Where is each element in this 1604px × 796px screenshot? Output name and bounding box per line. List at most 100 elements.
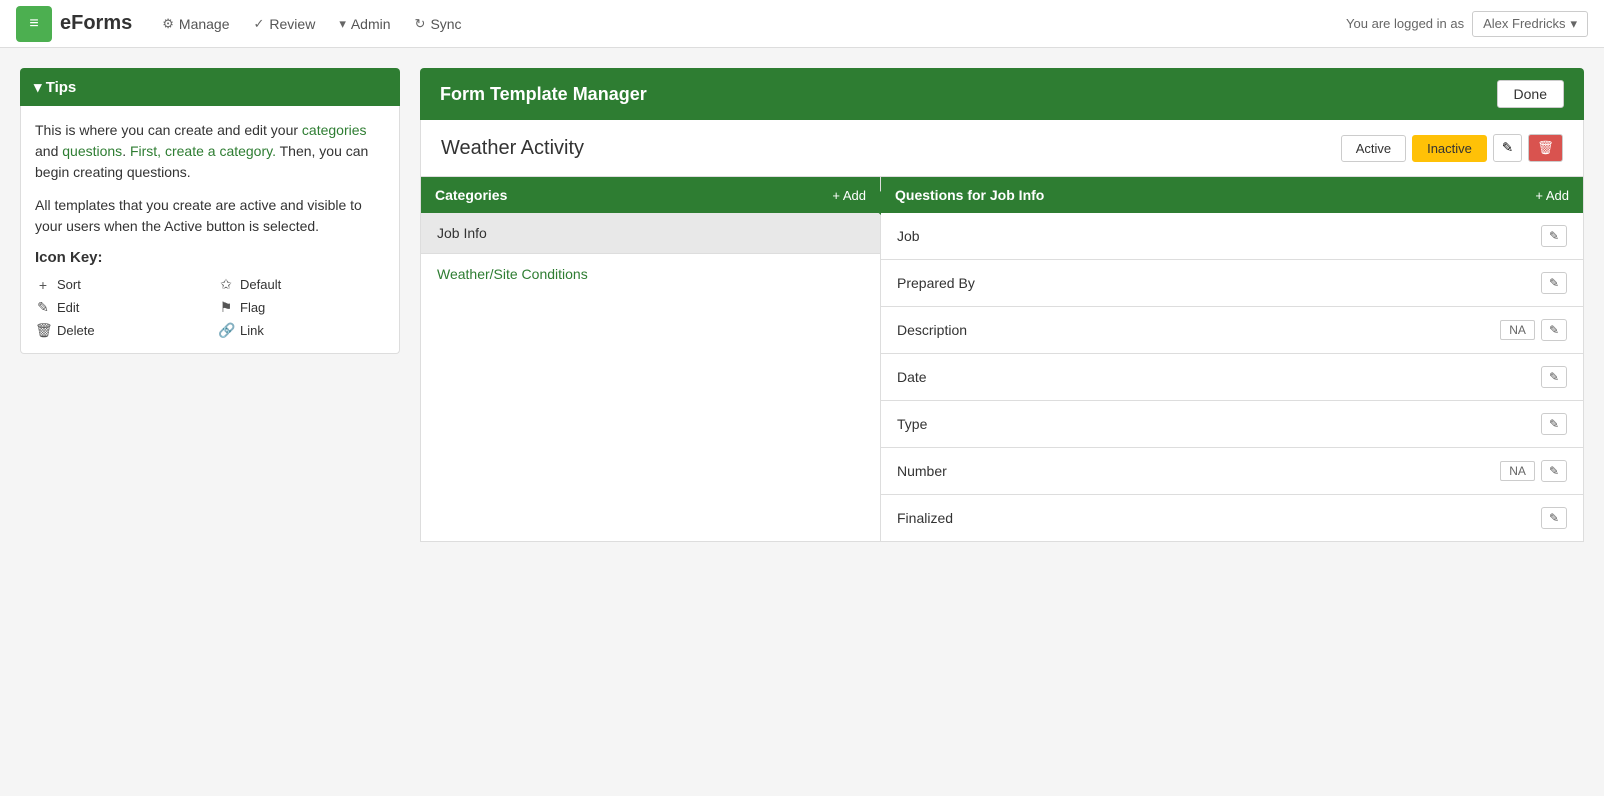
- flag-icon: ⚑: [218, 299, 234, 316]
- question-row-right-description: NA ✎: [1500, 319, 1567, 341]
- edit-label: Edit: [57, 300, 79, 315]
- question-row-prepared-by: Prepared By ✎: [881, 260, 1583, 307]
- category-item-job-info[interactable]: Job Info: [421, 213, 880, 254]
- question-edit-button-description[interactable]: ✎: [1541, 319, 1567, 341]
- question-row-right-number: NA ✎: [1500, 460, 1567, 482]
- nav-review[interactable]: ✓ Review: [254, 16, 316, 32]
- flag-label: Flag: [240, 300, 265, 315]
- categories-header: Categories + Add: [421, 177, 880, 213]
- delete-icon: 🗑: [35, 322, 51, 339]
- question-edit-button-finalized[interactable]: ✎: [1541, 507, 1567, 529]
- question-label-type: Type: [897, 416, 927, 432]
- icon-key-edit: ✎ Edit: [35, 299, 202, 316]
- questions-link[interactable]: questions: [62, 143, 122, 159]
- edit-icon: ✎: [35, 299, 51, 316]
- inactive-button[interactable]: Inactive: [1412, 135, 1487, 162]
- logo-text: eForms: [60, 12, 132, 35]
- icon-key-link: 🔗 Link: [218, 322, 385, 339]
- sort-icon: +: [35, 277, 51, 293]
- default-label: Default: [240, 277, 281, 292]
- questions-add-button[interactable]: + Add: [1535, 188, 1569, 203]
- icon-key-title: Icon Key:: [35, 249, 385, 266]
- form-edit-icon: ✎: [1502, 140, 1513, 155]
- sort-label: Sort: [57, 277, 81, 292]
- status-controls: Active Inactive ✎ 🗑: [1341, 134, 1563, 162]
- review-icon: ✓: [254, 16, 265, 32]
- question-row-right-job: ✎: [1541, 225, 1567, 247]
- nav-manage-label: Manage: [179, 16, 230, 32]
- question-row-date: Date ✎: [881, 354, 1583, 401]
- categories-link[interactable]: categories: [302, 122, 367, 138]
- question-edit-button-date[interactable]: ✎: [1541, 366, 1567, 388]
- question-row-finalized: Finalized ✎: [881, 495, 1583, 541]
- nav-right: You are logged in as Alex Fredricks ▾: [1346, 11, 1588, 37]
- user-dropdown[interactable]: Alex Fredricks ▾: [1472, 11, 1588, 37]
- link-label: Link: [240, 323, 264, 338]
- manage-icon: ⚙: [162, 16, 174, 32]
- question-label-finalized: Finalized: [897, 510, 953, 526]
- nav-review-label: Review: [269, 16, 315, 32]
- question-label-job: Job: [897, 228, 920, 244]
- question-row-right-date: ✎: [1541, 366, 1567, 388]
- nav-admin-label: Admin: [351, 16, 391, 32]
- categories-add-button[interactable]: + Add: [832, 188, 866, 203]
- tips-header[interactable]: ▾ Tips: [20, 68, 400, 106]
- active-button[interactable]: Active: [1341, 135, 1406, 162]
- first-link[interactable]: First, create a category.: [130, 143, 276, 159]
- icon-key-default: ✩ Default: [218, 276, 385, 293]
- bottom-section: Categories + Add Job Info Weather/Site C…: [420, 177, 1584, 542]
- nav-sync-label: Sync: [430, 16, 461, 32]
- question-edit-button-type[interactable]: ✎: [1541, 413, 1567, 435]
- questions-panel: Questions for Job Info + Add Job ✎ Prepa…: [881, 177, 1583, 541]
- categories-title: Categories: [435, 187, 507, 203]
- form-edit-button[interactable]: ✎: [1493, 134, 1522, 162]
- tips-paragraph2: All templates that you create are active…: [35, 195, 385, 237]
- question-row-right-finalized: ✎: [1541, 507, 1567, 529]
- icon-key-grid: + Sort ✩ Default ✎ Edit ⚑ Flag: [35, 276, 385, 339]
- question-edit-button-job[interactable]: ✎: [1541, 225, 1567, 247]
- question-label-date: Date: [897, 369, 927, 385]
- categories-panel: Categories + Add Job Info Weather/Site C…: [421, 177, 881, 541]
- link-icon: 🔗: [218, 322, 234, 339]
- nav-admin[interactable]: ▾ Admin: [339, 16, 390, 32]
- question-row-description: Description NA ✎: [881, 307, 1583, 354]
- nav-items: ⚙ Manage ✓ Review ▾ Admin ↻ Sync: [162, 16, 1346, 32]
- tips-paragraph1: This is where you can create and edit yo…: [35, 120, 385, 183]
- question-label-prepared-by: Prepared By: [897, 275, 975, 291]
- tips-body: This is where you can create and edit yo…: [20, 106, 400, 354]
- questions-header: Questions for Job Info + Add: [881, 177, 1583, 213]
- na-badge-description: NA: [1500, 320, 1535, 340]
- question-edit-button-prepared-by[interactable]: ✎: [1541, 272, 1567, 294]
- question-row-right-prepared-by: ✎: [1541, 272, 1567, 294]
- form-name-text: Weather Activity: [441, 137, 584, 160]
- question-row-number: Number NA ✎: [881, 448, 1583, 495]
- form-template-title: Form Template Manager: [440, 84, 647, 105]
- form-delete-button[interactable]: 🗑: [1528, 134, 1563, 162]
- nav-sync[interactable]: ↻ Sync: [415, 16, 462, 32]
- user-dropdown-arrow: ▾: [1570, 16, 1577, 32]
- main-content: ▾ Tips This is where you can create and …: [0, 48, 1604, 796]
- done-button[interactable]: Done: [1497, 80, 1564, 108]
- form-delete-icon: 🗑: [1537, 140, 1554, 155]
- question-edit-button-number[interactable]: ✎: [1541, 460, 1567, 482]
- default-icon: ✩: [218, 276, 234, 293]
- nav-manage[interactable]: ⚙ Manage: [162, 16, 229, 32]
- icon-key-section: Icon Key: + Sort ✩ Default ✎ Edit: [35, 249, 385, 339]
- user-name: Alex Fredricks: [1483, 16, 1565, 31]
- na-badge-number: NA: [1500, 461, 1535, 481]
- logged-in-label: You are logged in as: [1346, 16, 1464, 31]
- icon-key-flag: ⚑ Flag: [218, 299, 385, 316]
- tips-header-label: ▾ Tips: [34, 78, 76, 96]
- questions-title: Questions for Job Info: [895, 187, 1044, 203]
- right-panel: Form Template Manager Done Weather Activ…: [420, 68, 1584, 776]
- question-row-right-type: ✎: [1541, 413, 1567, 435]
- form-name-bar: Weather Activity Active Inactive ✎ 🗑: [420, 120, 1584, 177]
- tips-panel: ▾ Tips This is where you can create and …: [20, 68, 400, 776]
- admin-dropdown-icon: ▾: [339, 16, 346, 32]
- form-template-header: Form Template Manager Done: [420, 68, 1584, 120]
- top-nav: ≡ eForms ⚙ Manage ✓ Review ▾ Admin ↻ Syn…: [0, 0, 1604, 48]
- arrow-indicator: [867, 191, 881, 215]
- category-item-weather-site[interactable]: Weather/Site Conditions: [421, 254, 880, 294]
- delete-label: Delete: [57, 323, 95, 338]
- logo-area: ≡ eForms: [16, 6, 132, 42]
